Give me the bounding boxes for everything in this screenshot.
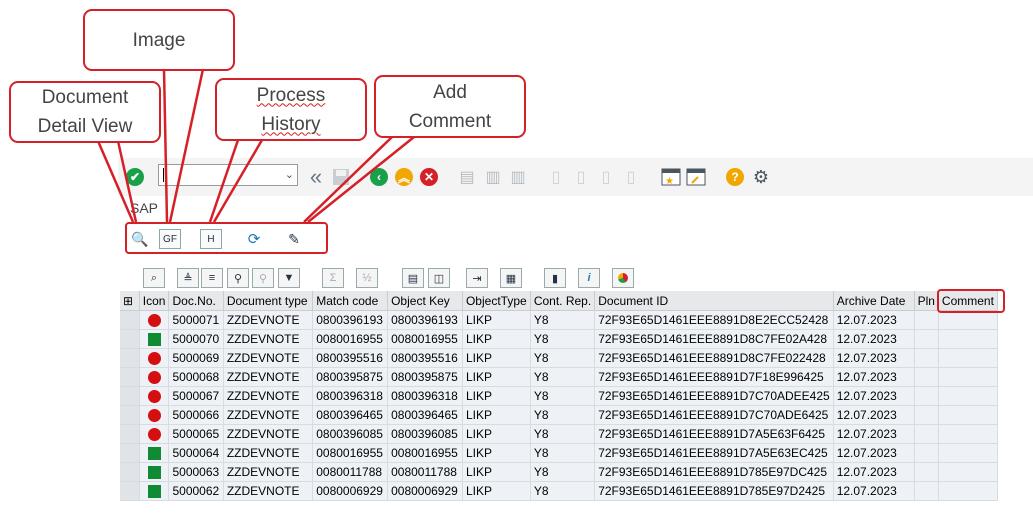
callout-text: History: [261, 113, 321, 135]
callout-text: Document: [41, 87, 129, 108]
callout-text: Comment: [408, 110, 492, 132]
callout-image: Image: [83, 9, 235, 71]
callout-text: Add: [433, 81, 467, 103]
callout-add-comment: Add Comment: [374, 75, 526, 138]
callout-process-history: Process History: [215, 78, 367, 141]
callout-text: Process: [256, 84, 326, 106]
callout-text: Detail View: [37, 116, 133, 137]
callout-document-detail-view: Document Detail View: [9, 81, 161, 143]
callout-text: Image: [132, 29, 186, 51]
